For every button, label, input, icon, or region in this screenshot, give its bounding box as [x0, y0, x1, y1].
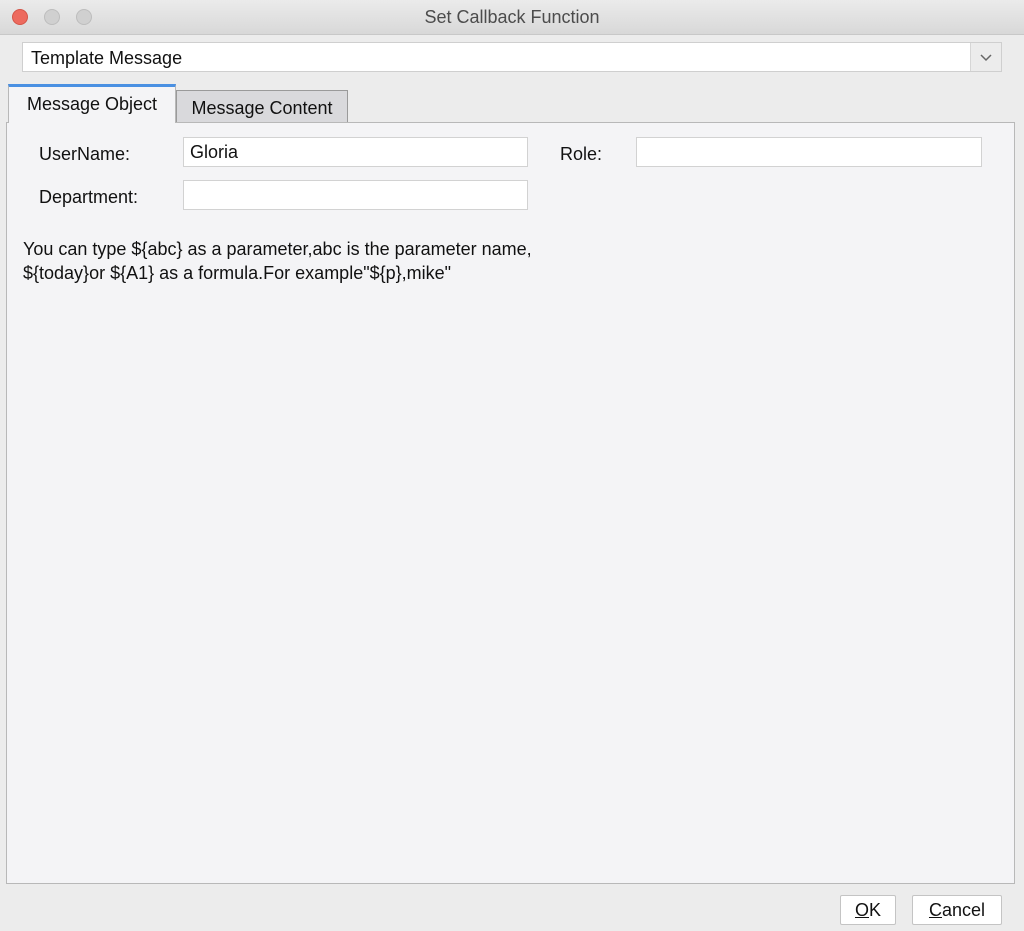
department-field[interactable] [183, 180, 528, 210]
ok-button[interactable]: OK [840, 895, 896, 925]
cancel-button[interactable]: Cancel [912, 895, 1002, 925]
title-bar: Set Callback Function [0, 0, 1024, 35]
window-title: Set Callback Function [424, 7, 600, 27]
username-label: UserName: [39, 144, 131, 164]
template-select[interactable]: Template Message [22, 42, 1002, 72]
username-field[interactable] [183, 137, 528, 167]
parameter-hint: You can type ${abc} as a parameter,abc i… [23, 237, 532, 285]
chevron-down-icon[interactable] [970, 43, 1001, 71]
ok-label-rest: K [869, 900, 882, 920]
dialog-window: Set Callback Function Template Message M… [0, 0, 1024, 931]
parameter-hint-line-2: ${today}or ${A1} as a formula.For exampl… [23, 263, 452, 283]
ok-mnemonic: O [854, 900, 869, 920]
cancel-label-rest: ancel [941, 900, 986, 920]
cancel-mnemonic: C [928, 900, 942, 920]
role-label: Role: [560, 144, 603, 164]
department-label: Department: [39, 187, 139, 207]
tab-message-object[interactable]: Message Object [8, 84, 176, 123]
role-field[interactable] [636, 137, 982, 167]
tab-message-content[interactable]: Message Content [176, 90, 348, 123]
template-select-value: Template Message [31, 48, 183, 68]
message-object-panel: UserName: Role: Department: You can type… [6, 122, 1015, 884]
parameter-hint-line-1: You can type ${abc} as a parameter,abc i… [23, 239, 532, 259]
